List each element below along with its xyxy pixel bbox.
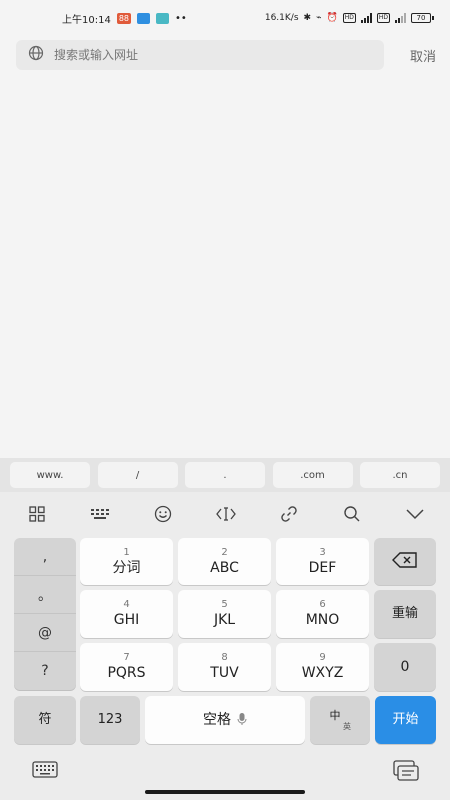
symbol-column[interactable]: , 。 @ ? — [14, 538, 76, 690]
shortcut-dot[interactable]: . — [185, 462, 265, 488]
key-7-pqrs[interactable]: 7 PQRS — [80, 643, 173, 691]
clipboard-icon[interactable] — [393, 760, 419, 786]
status-left: 上午10:14 88 •• — [62, 11, 187, 26]
hd-badge: HD — [342, 13, 356, 23]
collapse-keyboard-icon[interactable] — [404, 503, 426, 525]
delete-button[interactable] — [374, 538, 436, 585]
key-5-jkl[interactable]: 5 JKL — [178, 590, 271, 638]
key-2-abc[interactable]: 2 ABC — [178, 538, 271, 585]
search-icon[interactable] — [341, 503, 363, 525]
symbol-period[interactable]: 。 — [14, 576, 76, 614]
symbol-question[interactable]: ? — [14, 652, 76, 690]
alarm-icon: ⏰ — [326, 13, 338, 23]
hd-badge-2: HD — [376, 13, 390, 23]
emoji-icon[interactable] — [152, 503, 174, 525]
key-8-tuv[interactable]: 8 TUV — [178, 643, 271, 691]
language-switch-button[interactable]: 中 英 — [310, 696, 370, 744]
symbol-comma[interactable]: , — [14, 538, 76, 576]
microphone-icon — [237, 711, 247, 730]
status-time: 上午10:14 — [62, 14, 111, 26]
status-right: 16.1K/s ✱ ⌁ ⏰ HD HD 70 — [265, 13, 434, 23]
key-3-def[interactable]: 3 DEF — [276, 538, 369, 585]
cursor-move-icon[interactable] — [215, 503, 237, 525]
network-speed: 16.1K/s — [264, 13, 299, 23]
symbols-button[interactable]: 符 — [14, 696, 76, 744]
go-button[interactable]: 开始 — [375, 696, 436, 744]
bluetooth-icon: ✱ — [303, 13, 312, 23]
search-box[interactable] — [16, 40, 384, 70]
page-content-area — [0, 76, 450, 456]
reenter-button[interactable]: 重输 — [374, 590, 436, 638]
keyboard-layout-icon[interactable] — [89, 503, 111, 525]
search-row: 取消 — [16, 40, 436, 70]
key-1-fenci[interactable]: 1 分词 — [80, 538, 173, 585]
shortcut-com[interactable]: .com — [272, 462, 353, 488]
link-icon[interactable] — [278, 503, 300, 525]
grid-apps-icon[interactable] — [26, 503, 48, 525]
vibrate-icon: ⌁ — [316, 13, 322, 23]
notification-badge: 88 — [116, 12, 132, 24]
key-9-wxyz[interactable]: 9 WXYZ — [276, 643, 369, 691]
home-indicator[interactable] — [145, 790, 305, 794]
status-bar: 上午10:14 88 •• 16.1K/s ✱ ⌁ ⏰ HD HD 70 — [0, 0, 450, 36]
key-4-ghi[interactable]: 4 GHI — [80, 590, 173, 638]
key-0[interactable]: 0 — [374, 643, 436, 691]
number-mode-button[interactable]: 123 — [80, 696, 140, 744]
signal-icon — [360, 13, 372, 23]
keyboard-toolbar — [0, 492, 450, 536]
battery-icon: 70 — [411, 13, 434, 23]
shortcut-cn[interactable]: .cn — [360, 462, 440, 488]
map-notification-icon — [156, 12, 170, 24]
app-notification-icon — [137, 12, 151, 24]
more-notifications-icon: •• — [175, 12, 187, 24]
keyboard-switch-icon[interactable] — [32, 760, 58, 784]
space-button[interactable]: 空格 — [145, 696, 305, 744]
key-6-mno[interactable]: 6 MNO — [276, 590, 369, 638]
shortcut-slash[interactable]: / — [97, 462, 178, 488]
symbol-at[interactable]: @ — [14, 614, 76, 652]
url-shortcut-bar: www. / . .com .cn — [0, 458, 450, 492]
search-input[interactable] — [54, 48, 354, 62]
signal-icon-2 — [395, 13, 406, 23]
backspace-icon — [392, 551, 418, 572]
cancel-button[interactable]: 取消 — [410, 46, 436, 65]
globe-icon — [28, 45, 44, 65]
shortcut-www[interactable]: www. — [10, 462, 90, 488]
